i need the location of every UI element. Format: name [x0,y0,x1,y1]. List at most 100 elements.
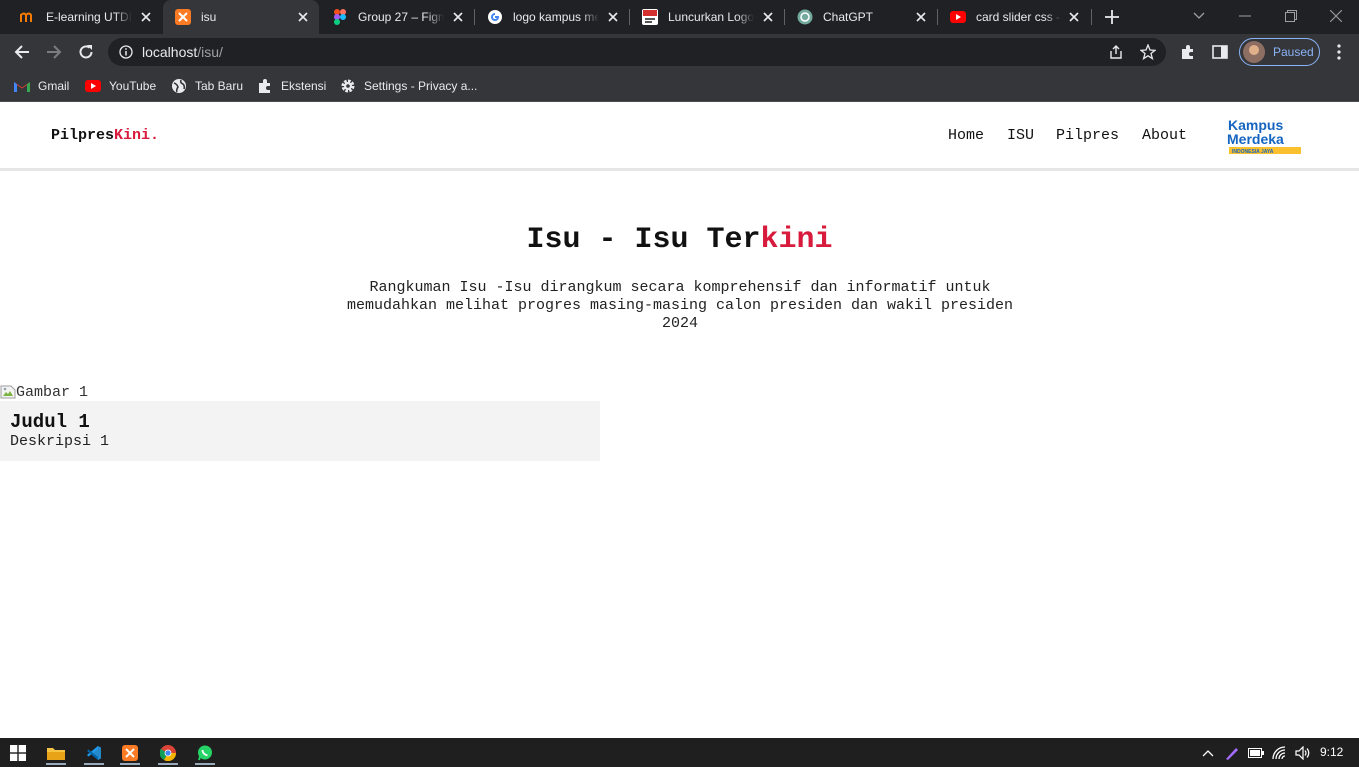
title-accent: kini [760,223,833,257]
brand-main: Pilpres [51,127,115,144]
globe-icon [171,78,187,94]
chrome-icon[interactable] [156,741,180,765]
bookmark-label: Tab Baru [195,79,244,93]
avatar [1243,41,1265,63]
page-description: Rangkuman Isu -Isu dirangkum secara komp… [346,279,1014,332]
url-path: /isu/ [197,44,223,60]
address-bar[interactable]: localhost/isu/ [108,38,1166,66]
youtube-icon [950,9,966,25]
bookmark-label: YouTube [109,79,157,93]
tab-separator [937,9,938,25]
close-window-icon[interactable] [1324,4,1348,28]
close-tab-icon[interactable] [295,9,311,25]
whatsapp-icon[interactable] [193,741,217,765]
restore-icon[interactable] [1279,4,1303,28]
profile-status: Paused [1273,45,1314,59]
tab-separator [629,9,630,25]
close-tab-icon[interactable] [138,9,154,25]
pen-icon[interactable] [1224,745,1240,761]
kampus-merdeka-logo: Kampus Merdeka INDONESIA JAYA [1226,115,1304,159]
figma-icon [332,9,348,25]
bookmarks-bar: Gmail YouTube Tab Baru Ekstensi Settings… [0,70,1359,102]
bookmark-ekstensi[interactable]: Ekstensi [257,76,326,96]
chatgpt-icon [797,9,813,25]
extensions-puzzle-icon[interactable] [1178,42,1198,62]
xampp-icon[interactable] [118,741,142,765]
nav-pilpres[interactable]: Pilpres [1056,127,1119,144]
tab-separator [784,9,785,25]
broken-image-icon [0,384,16,400]
back-arrow-icon[interactable] [12,42,32,62]
close-tab-icon[interactable] [913,9,929,25]
site-brand[interactable]: PilpresKini. [51,127,159,144]
tab-title: card slider css - [976,10,1061,24]
nav-about[interactable]: About [1142,127,1187,144]
tab-title: logo kampus merdeka [513,10,599,24]
close-tab-icon[interactable] [760,9,776,25]
tab-youtube[interactable]: card slider css - [938,0,1090,34]
tab-title: ChatGPT [823,10,874,24]
youtube-icon [85,78,101,94]
tab-google-search[interactable]: logo kampus merdeka [475,0,629,34]
minimize-icon[interactable] [1233,4,1257,28]
profile-button[interactable]: Paused [1239,38,1320,66]
tab-search-chevron-icon[interactable] [1187,4,1211,28]
forward-arrow-icon[interactable] [44,42,64,62]
url-text: localhost/isu/ [142,44,223,60]
tab-separator [474,9,475,25]
bookmark-label: Gmail [38,79,70,93]
news-icon [642,9,658,25]
site-info-icon[interactable] [116,42,136,62]
logo-line2: Merdeka [1227,131,1284,147]
tab-luncurkan-logo[interactable]: Luncurkan Logo [630,0,784,34]
tab-figma[interactable]: Group 27 – Figma [320,0,474,34]
tab-isu[interactable]: isu [163,0,319,34]
tab-elearning[interactable]: E-learning UTDI [8,0,162,34]
bookmark-star-icon[interactable] [1138,42,1158,62]
tab-title: E-learning UTDI [46,10,132,24]
tray-chevron-up-icon[interactable] [1200,745,1216,761]
tab-title: Group 27 – Figma [358,10,444,24]
close-tab-icon[interactable] [605,9,621,25]
google-icon [487,9,503,25]
nav-home[interactable]: Home [948,127,984,144]
bookmark-label: Settings - Privacy a... [364,79,478,93]
tab-title: Luncurkan Logo [668,10,754,24]
share-icon[interactable] [1106,42,1126,62]
bookmark-settings[interactable]: Settings - Privacy a... [340,76,477,96]
card-title: Judul 1 [10,411,90,433]
brand-accent: Kini. [114,127,160,144]
xampp-icon [175,9,191,25]
tab-chatgpt[interactable]: ChatGPT [785,0,937,34]
volume-icon[interactable] [1295,745,1311,761]
tab-title: isu [201,10,217,24]
web-page: PilpresKini. Home ISU Pilpres About Kamp… [0,103,1359,738]
logo-tagline: INDONESIA JAYA [1232,149,1274,155]
menu-kebab-icon[interactable] [1329,42,1349,62]
windows-taskbar: 9:12 [0,738,1359,767]
puzzle-icon [257,78,273,94]
taskbar-clock[interactable]: 9:12 [1320,745,1343,759]
new-tab-icon[interactable] [1101,6,1123,28]
wifi-icon[interactable] [1272,745,1288,761]
battery-icon[interactable] [1248,745,1264,761]
gear-icon [340,78,356,94]
side-panel-icon[interactable] [1210,42,1230,62]
file-explorer-icon[interactable] [44,741,68,765]
vscode-icon[interactable] [82,741,106,765]
reload-icon[interactable] [76,42,96,62]
card-image: Gambar 1 [0,383,89,401]
bookmark-youtube[interactable]: YouTube [85,76,156,96]
close-tab-icon[interactable] [1066,9,1082,25]
bookmark-tab-baru[interactable]: Tab Baru [171,76,243,96]
url-host: localhost [142,44,198,60]
bookmark-gmail[interactable]: Gmail [14,76,69,96]
close-tab-icon[interactable] [450,9,466,25]
site-navbar: PilpresKini. Home ISU Pilpres About Kamp… [0,103,1359,171]
browser-toolbar: localhost/isu/ Paused [0,34,1359,70]
card-description: Deskripsi 1 [10,433,110,450]
nav-isu[interactable]: ISU [1007,127,1034,144]
windows-start-icon[interactable] [6,741,30,765]
card-image-alt: Gambar 1 [16,383,89,401]
issue-card[interactable]: Judul 1 Deskripsi 1 [0,401,600,461]
